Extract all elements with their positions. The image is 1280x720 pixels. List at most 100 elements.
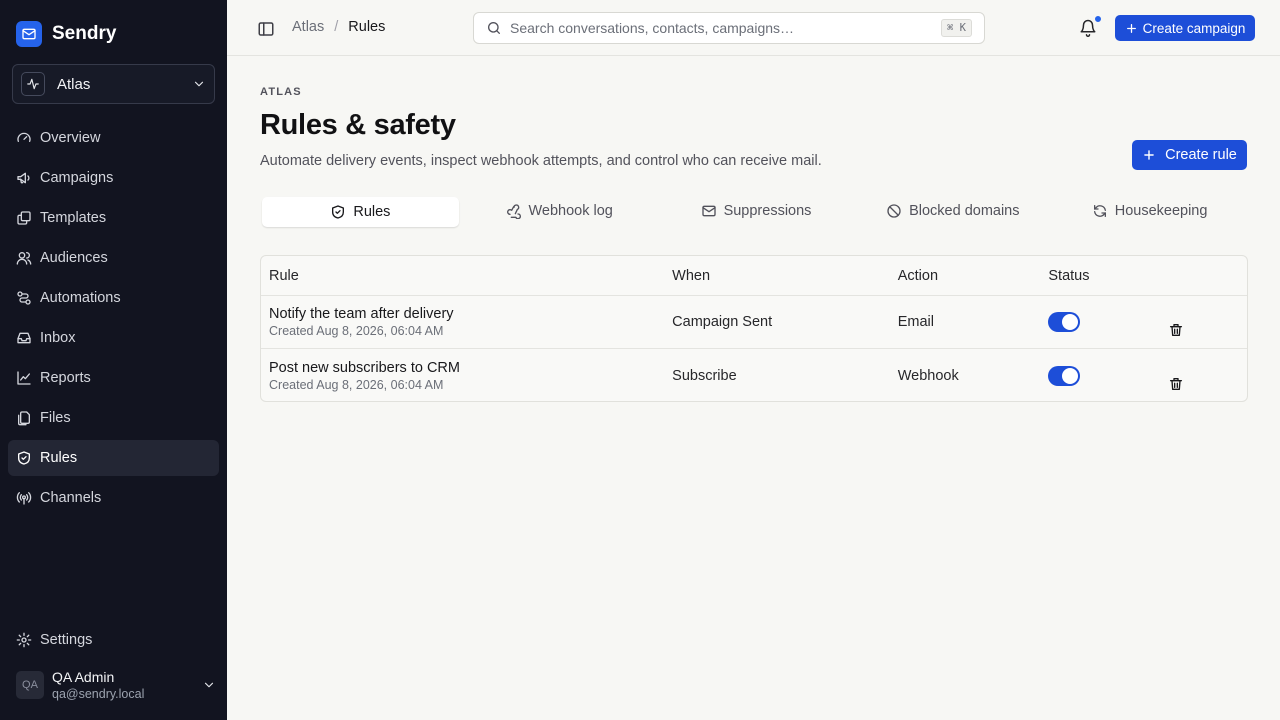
sidebar-item-label: Audiences	[40, 250, 108, 266]
status-cell	[1048, 365, 1168, 386]
table-header: Rule When Action Status	[261, 256, 1247, 296]
rule-when: Campaign Sent	[672, 314, 773, 330]
sidebar-item-templates[interactable]: Templates	[8, 200, 219, 236]
avatar: QA	[16, 671, 44, 699]
user-name: QA Admin	[52, 668, 115, 685]
sidebar-item-audiences[interactable]: Audiences	[8, 240, 219, 276]
tab-label: Suppressions	[723, 203, 812, 219]
files-icon	[16, 410, 32, 426]
sidebar-item-label: Inbox	[40, 330, 76, 346]
tab-webhook-log[interactable]: Webhook log	[461, 196, 658, 226]
column-header-rule: Rule	[269, 267, 299, 284]
column-header-status: Status	[1048, 267, 1090, 284]
rule-name[interactable]: Notify the team after delivery	[269, 305, 672, 323]
sidebar: Sendry Atlas Overview Campaigns Template…	[0, 0, 227, 720]
sidebar-item-label: Files	[40, 410, 71, 426]
toggle-knob	[1062, 314, 1079, 330]
sidebar-item-files[interactable]: Files	[8, 400, 219, 436]
notification-dot	[1094, 15, 1102, 23]
sidebar-item-rules[interactable]: Rules	[8, 440, 219, 476]
plus-icon	[1125, 22, 1138, 35]
workspace-name: Atlas	[57, 75, 91, 93]
mail-logo-icon	[16, 21, 42, 47]
table-row[interactable]: Notify the team after delivery Created A…	[261, 296, 1247, 349]
rule-created: Created Aug 8, 2026, 06:04 AM	[269, 377, 444, 392]
search-shortcut: ⌘ K	[941, 19, 972, 37]
tab-rules[interactable]: Rules	[262, 197, 459, 227]
rule-action: Webhook	[897, 367, 959, 384]
delete-cell	[1168, 306, 1247, 338]
create-campaign-button[interactable]: Create campaign	[1115, 15, 1255, 41]
sidebar-item-label: Overview	[40, 130, 101, 146]
create-rule-button[interactable]: Create rule	[1132, 140, 1247, 170]
sidebar-nav: Overview Campaigns Templates Audiences A…	[8, 120, 219, 520]
breadcrumb-current: Rules	[348, 19, 386, 35]
search-box[interactable]: ⌘ K	[473, 12, 985, 44]
sidebar-toggle-icon[interactable]	[257, 20, 275, 38]
gear-icon	[16, 632, 32, 648]
topbar: Atlas / Rules ⌘ K Create campaign	[227, 0, 1280, 56]
workflow-icon	[16, 290, 32, 306]
layers-icon	[16, 210, 32, 226]
settings-label: Settings	[40, 632, 93, 648]
users-icon	[16, 250, 32, 266]
status-toggle[interactable]	[1048, 365, 1081, 386]
user-email: qa@sendry.local	[52, 686, 145, 701]
sidebar-item-reports[interactable]: Reports	[8, 360, 219, 396]
sidebar-item-overview[interactable]: Overview	[8, 120, 219, 156]
sidebar-item-inbox[interactable]: Inbox	[8, 320, 219, 356]
rule-cell: Notify the team after delivery Created A…	[261, 305, 672, 339]
column-header-when: When	[672, 267, 711, 284]
sidebar-item-label: Campaigns	[40, 170, 114, 186]
shield-icon	[16, 450, 32, 466]
rule-when: Subscribe	[672, 367, 737, 384]
brand-name: Sendry	[52, 23, 117, 44]
tab-blocked-domains[interactable]: Blocked domains	[854, 196, 1051, 226]
tab-label: Rules	[353, 204, 391, 220]
rules-table: Rule When Action Status Notify the team …	[260, 255, 1248, 402]
ban-icon	[886, 203, 902, 219]
breadcrumb-separator: /	[334, 19, 339, 35]
status-toggle[interactable]	[1048, 312, 1081, 332]
create-campaign-label: Create campaign	[1142, 20, 1246, 36]
mail-icon	[701, 203, 717, 219]
column-header-action: Action	[897, 267, 939, 284]
brand[interactable]: Sendry	[16, 20, 116, 48]
sidebar-item-automations[interactable]: Automations	[8, 280, 219, 316]
breadcrumb-parent[interactable]: Atlas	[292, 19, 324, 35]
radio-icon	[16, 490, 32, 506]
chevron-down-icon	[202, 678, 216, 692]
tab-housekeeping[interactable]: Housekeeping	[1051, 196, 1248, 226]
user-menu[interactable]: QA QA Admin qa@sendry.local	[16, 668, 216, 702]
plus-icon	[1142, 148, 1156, 162]
rule-created: Created Aug 8, 2026, 06:04 AM	[269, 324, 444, 338]
trash-icon[interactable]	[1168, 322, 1247, 338]
sidebar-item-label: Reports	[40, 370, 91, 386]
sidebar-item-label: Templates	[40, 210, 107, 226]
sidebar-item-campaigns[interactable]: Campaigns	[8, 160, 219, 196]
toggle-knob	[1062, 367, 1079, 384]
sidebar-item-label: Channels	[40, 490, 102, 506]
rule-cell: Post new subscribers to CRM Created Aug …	[261, 359, 672, 393]
search-input[interactable]	[510, 20, 942, 36]
tab-suppressions[interactable]: Suppressions	[658, 196, 855, 226]
sidebar-item-label: Rules	[40, 450, 78, 466]
tab-label: Webhook log	[528, 203, 613, 219]
gauge-icon	[16, 130, 32, 146]
activity-icon	[21, 72, 45, 96]
table-row[interactable]: Post new subscribers to CRM Created Aug …	[261, 349, 1247, 401]
tab-label: Blocked domains	[909, 203, 1020, 219]
trash-icon[interactable]	[1168, 376, 1247, 392]
sidebar-item-channels[interactable]: Channels	[8, 480, 219, 516]
webhook-icon	[506, 203, 522, 219]
sidebar-item-label: Automations	[40, 290, 121, 306]
rule-name[interactable]: Post new subscribers to CRM	[269, 359, 672, 377]
shield-check-icon	[330, 204, 346, 220]
sidebar-item-settings[interactable]: Settings	[16, 632, 92, 648]
main-content: ATLAS Rules & safety Automate delivery e…	[227, 56, 1280, 720]
chevron-down-icon	[192, 77, 206, 91]
rule-action: Email	[897, 314, 934, 330]
page-eyebrow: ATLAS	[260, 86, 302, 98]
megaphone-icon	[16, 170, 32, 186]
workspace-switcher[interactable]: Atlas	[12, 64, 215, 104]
